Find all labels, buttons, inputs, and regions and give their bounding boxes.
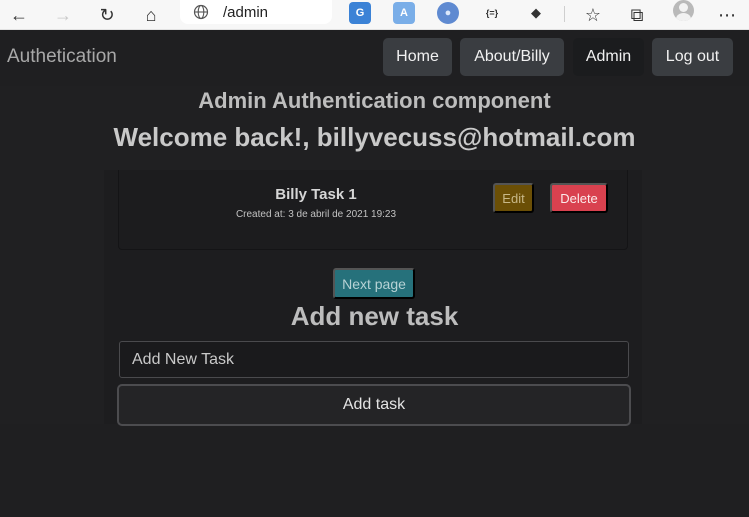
edge-circle-glyph: ● xyxy=(444,7,452,19)
next-page-button[interactable]: Next page xyxy=(333,268,415,299)
address-bar[interactable]: /admin xyxy=(180,0,332,24)
new-task-input[interactable] xyxy=(119,341,629,378)
home-icon[interactable]: ⌂ xyxy=(135,0,167,30)
back-arrow-icon[interactable]: ← xyxy=(3,0,35,30)
brand-title[interactable]: Authetication xyxy=(7,46,117,68)
globe-icon xyxy=(193,4,209,20)
translate-alt-icon[interactable]: A xyxy=(393,2,415,24)
edge-circle-icon[interactable]: ● xyxy=(437,2,459,24)
json-glyph: {=} xyxy=(485,8,499,18)
add-task-button[interactable]: Add task xyxy=(117,384,631,426)
ufo-icon[interactable]: ◆ xyxy=(525,2,547,24)
url-text: /admin xyxy=(223,3,269,21)
forward-arrow-icon[interactable]: → xyxy=(47,0,79,30)
json-icon[interactable]: {=} xyxy=(481,2,503,24)
nav-admin-button[interactable]: Admin xyxy=(573,38,644,76)
welcome-heading: Welcome back!, billyvecuss@hotmail.com xyxy=(113,122,636,152)
more-menu-icon[interactable]: ⋯ xyxy=(711,0,743,30)
nav-logout-button[interactable]: Log out xyxy=(652,38,733,76)
browser-toolbar: ← → ↻ ⌂ /admin G A ● {=} ◆ ☆ ⧉ ⋯ xyxy=(0,0,749,30)
translate-alt-glyph: A xyxy=(400,7,408,19)
delete-task-button[interactable]: Delete xyxy=(550,183,608,213)
favorites-icon[interactable]: ☆ xyxy=(577,0,609,30)
toolbar-divider xyxy=(564,6,565,22)
add-task-heading: Add new task xyxy=(290,301,459,331)
nav-about-button[interactable]: About/Billy xyxy=(460,38,564,76)
ufo-glyph: ◆ xyxy=(531,5,541,20)
task-title: Billy Task 1 xyxy=(275,186,357,203)
task-created-date: Created at: 3 de abril de 2021 19:23 xyxy=(235,209,397,220)
reload-icon[interactable]: ↻ xyxy=(91,0,123,30)
app-navbar: Authetication Home About/Billy Admin Log… xyxy=(0,30,749,86)
page-subtitle: Admin Authentication component xyxy=(198,88,551,113)
collections-icon[interactable]: ⧉ xyxy=(621,0,653,30)
translate-icon[interactable]: G xyxy=(349,2,371,24)
nav-home-button[interactable]: Home xyxy=(383,38,452,76)
edit-task-button[interactable]: Edit xyxy=(493,183,534,213)
profile-avatar-icon[interactable] xyxy=(673,0,694,21)
translate-glyph: G xyxy=(355,7,365,19)
